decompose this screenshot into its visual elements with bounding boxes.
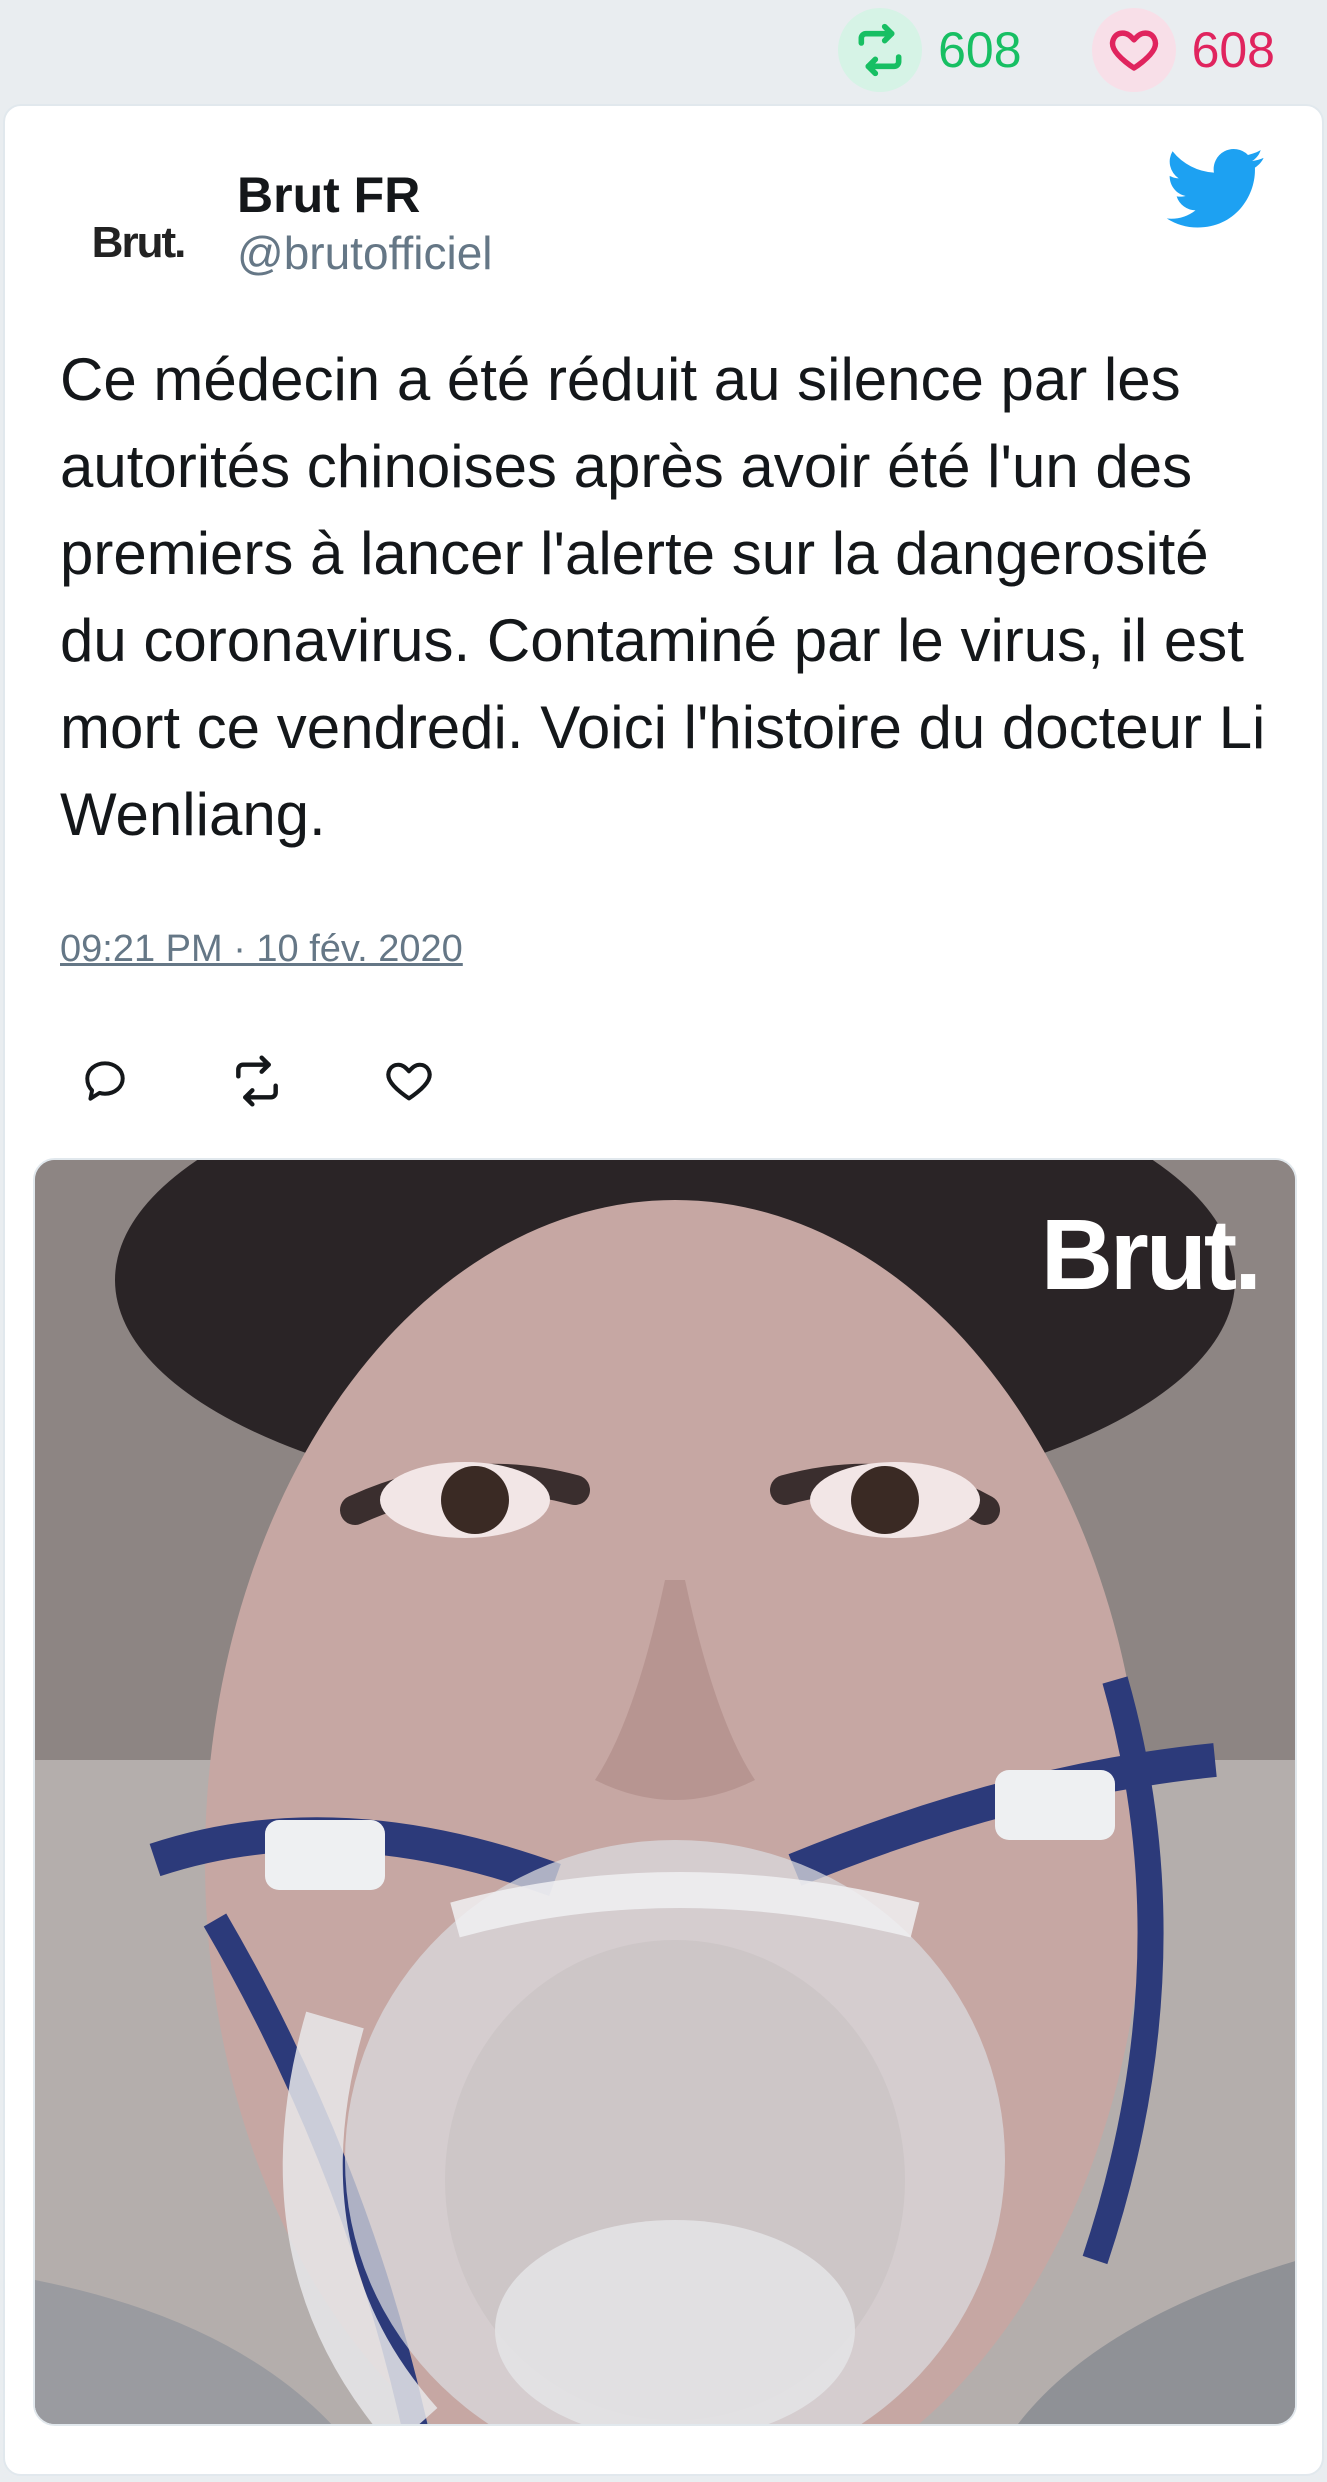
tweet-actions <box>75 1046 531 1116</box>
tweet-text: Ce médecin a été réduit au silence par l… <box>60 346 1266 848</box>
retweet-button[interactable] <box>227 1051 287 1111</box>
tweet-card: Brut. Brut FR @brutofficiel Ce médecin a… <box>3 104 1324 2476</box>
retweet-icon <box>838 8 923 92</box>
retweet-stat[interactable]: 608 <box>838 8 1022 92</box>
like-count: 608 <box>1191 22 1275 78</box>
heart-icon <box>386 1062 432 1101</box>
like-button[interactable] <box>379 1051 439 1111</box>
brut-watermark: Brut. <box>1040 1199 1262 1311</box>
patient-photo <box>35 1160 1295 2424</box>
reply-button[interactable] <box>75 1051 135 1111</box>
stats-bar: 608 608 <box>0 0 1327 100</box>
tweet-timestamp[interactable]: 09:21 PM · 10 fév. 2020 <box>60 928 463 971</box>
like-stat[interactable]: 608 <box>1091 8 1275 92</box>
heart-icon <box>1091 8 1176 92</box>
tweet-media-image[interactable]: Brut. <box>33 1158 1297 2426</box>
retweet-count: 608 <box>938 22 1022 78</box>
author-handle[interactable]: @brutofficiel <box>237 226 493 280</box>
avatar[interactable]: Brut. <box>73 178 203 308</box>
author-name[interactable]: Brut FR <box>237 166 420 224</box>
reply-icon <box>85 1061 125 1101</box>
retweet-icon <box>236 1055 278 1107</box>
avatar-logo-text: Brut. <box>91 218 187 267</box>
twitter-bird-icon[interactable] <box>1166 148 1266 230</box>
